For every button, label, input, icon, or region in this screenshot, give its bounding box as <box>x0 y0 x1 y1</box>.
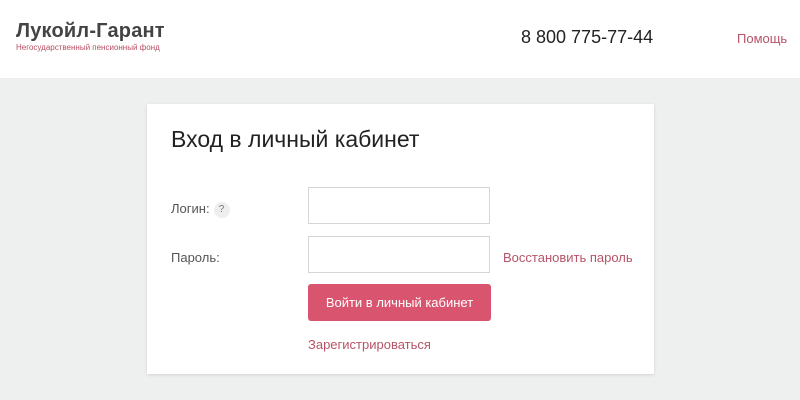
password-input[interactable] <box>308 236 490 273</box>
logo[interactable]: Лукойл-Гарант Негосударственный пенсионн… <box>16 20 165 53</box>
help-question-icon[interactable]: ? <box>213 201 230 218</box>
help-link[interactable]: Помощь <box>737 31 787 46</box>
logo-subtitle: Негосударственный пенсионный фонд <box>16 43 160 52</box>
login-label: Логин: <box>171 201 210 216</box>
restore-password-link[interactable]: Восстановить пароль <box>503 250 633 265</box>
login-button[interactable]: Войти в личный кабинет <box>308 284 491 321</box>
login-card: Вход в личный кабинет Логин:? Пароль: Во… <box>147 104 654 374</box>
register-link[interactable]: Зарегистрироваться <box>308 337 431 352</box>
login-input[interactable] <box>308 187 490 224</box>
phone-number: 8 800 775-77-44 <box>521 27 654 47</box>
logo-title: Лукойл-Гарант <box>16 20 165 42</box>
login-label-row: Логин:? <box>171 201 230 218</box>
password-label: Пароль: <box>171 250 220 265</box>
page-title: Вход в личный кабинет <box>171 126 420 152</box>
site-header: Лукойл-Гарант Негосударственный пенсионн… <box>0 0 800 78</box>
